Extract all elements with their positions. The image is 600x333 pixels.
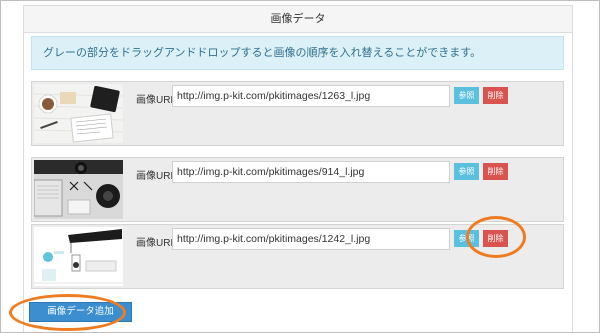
image-thumbnail-1 <box>34 84 123 143</box>
delete-button-3[interactable]: 削除 <box>483 230 508 247</box>
delete-button-2[interactable]: 削除 <box>483 163 508 180</box>
browse-button-1[interactable]: 参照 <box>454 87 479 104</box>
image-data-panel: 画像データ グレーの部分をドラッグアンドドロップすると画像の順序を入れ替えること… <box>23 5 573 332</box>
image-url-input-1[interactable] <box>172 85 450 107</box>
image-thumbnail-2 <box>34 160 123 219</box>
image-row-3[interactable]: 画像URL: 参照 削除 <box>31 224 564 289</box>
image-row-2[interactable]: 画像URL: 参照 削除 <box>31 157 564 222</box>
browse-button-2[interactable]: 参照 <box>454 163 479 180</box>
image-url-input-3[interactable] <box>172 228 450 250</box>
image-row-1[interactable]: 画像URL: 参照 削除 <box>31 81 564 146</box>
add-image-data-button[interactable]: 画像データ追加 <box>29 302 132 322</box>
browse-button-3[interactable]: 参照 <box>454 230 479 247</box>
image-thumbnail-3 <box>34 227 123 286</box>
drag-drop-info-alert: グレーの部分をドラッグアンドドロップすると画像の順序を入れ替えることができます。 <box>31 36 564 70</box>
image-url-input-2[interactable] <box>172 161 450 183</box>
delete-button-1[interactable]: 削除 <box>483 87 508 104</box>
panel-title: 画像データ <box>24 6 572 33</box>
